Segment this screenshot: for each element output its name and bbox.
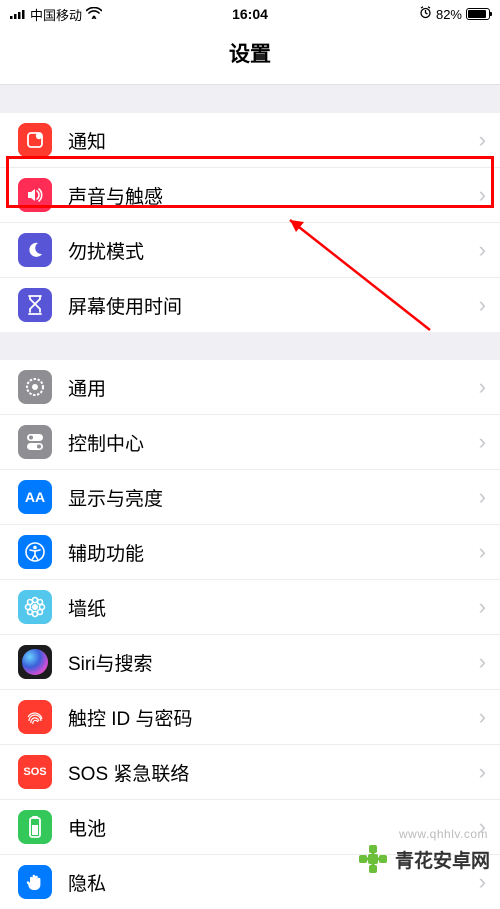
- battery-pct: 82%: [436, 7, 462, 22]
- row-label: 墙纸: [68, 594, 473, 621]
- moon-icon: [18, 233, 52, 267]
- battery-status-icon: [466, 8, 490, 20]
- row-controlcenter[interactable]: 控制中心 ›: [0, 415, 500, 470]
- row-label: 辅助功能: [68, 539, 473, 566]
- row-label: 显示与亮度: [68, 484, 473, 511]
- watermark-url: www.qhhlv.com: [399, 827, 488, 841]
- row-notifications[interactable]: 通知 ›: [0, 113, 500, 168]
- settings-group-1: 通知 › 声音与触感 › 勿扰模式 › 屏幕使用时间 ›: [0, 113, 500, 332]
- status-bar: 中国移动 16:04 82%: [0, 0, 500, 28]
- chevron-right-icon: ›: [479, 539, 486, 565]
- row-dnd[interactable]: 勿扰模式 ›: [0, 223, 500, 278]
- fingerprint-icon: [18, 700, 52, 734]
- gear-icon: [18, 370, 52, 404]
- chevron-right-icon: ›: [479, 759, 486, 785]
- row-touchid[interactable]: 触控 ID 与密码 ›: [0, 690, 500, 745]
- page-title: 设置: [0, 28, 500, 85]
- siri-icon: [18, 645, 52, 679]
- hourglass-icon: [18, 288, 52, 322]
- row-siri[interactable]: Siri与搜索 ›: [0, 635, 500, 690]
- chevron-right-icon: ›: [479, 649, 486, 675]
- row-wallpaper[interactable]: 墙纸 ›: [0, 580, 500, 635]
- row-label: 触控 ID 与密码: [68, 704, 473, 731]
- carrier-label: 中国移动: [30, 5, 82, 24]
- chevron-right-icon: ›: [479, 292, 486, 318]
- row-label: 勿扰模式: [68, 237, 473, 264]
- row-label: 控制中心: [68, 429, 473, 456]
- row-screentime[interactable]: 屏幕使用时间 ›: [0, 278, 500, 332]
- status-left: 中国移动: [10, 5, 102, 24]
- hand-icon: [18, 865, 52, 899]
- alarm-icon: [419, 6, 432, 22]
- row-label: 声音与触感: [68, 182, 473, 209]
- toggles-icon: [18, 425, 52, 459]
- row-display[interactable]: AA 显示与亮度 ›: [0, 470, 500, 525]
- row-label: 通知: [68, 127, 473, 154]
- row-label: Siri与搜索: [68, 649, 473, 676]
- chevron-right-icon: ›: [479, 484, 486, 510]
- aa-icon: AA: [18, 480, 52, 514]
- sos-icon: SOS: [18, 755, 52, 789]
- signal-icon: [10, 7, 26, 22]
- person-icon: [18, 535, 52, 569]
- status-time: 16:04: [232, 6, 268, 22]
- chevron-right-icon: ›: [479, 182, 486, 208]
- watermark-brand: 青花安卓网: [355, 841, 490, 877]
- watermark-flower-icon: [355, 841, 391, 877]
- chevron-right-icon: ›: [479, 127, 486, 153]
- row-accessibility[interactable]: 辅助功能 ›: [0, 525, 500, 580]
- chevron-right-icon: ›: [479, 594, 486, 620]
- row-general[interactable]: 通用 ›: [0, 360, 500, 415]
- battery-icon: [18, 810, 52, 844]
- wifi-icon: [86, 7, 102, 22]
- status-right: 82%: [419, 6, 490, 22]
- row-sos[interactable]: SOS SOS 紧急联络 ›: [0, 745, 500, 800]
- row-sounds[interactable]: 声音与触感 ›: [0, 168, 500, 223]
- notification-icon: [18, 123, 52, 157]
- chevron-right-icon: ›: [479, 374, 486, 400]
- flower-icon: [18, 590, 52, 624]
- row-label: SOS 紧急联络: [68, 759, 473, 786]
- row-label: 屏幕使用时间: [68, 292, 473, 319]
- chevron-right-icon: ›: [479, 704, 486, 730]
- speaker-icon: [18, 178, 52, 212]
- chevron-right-icon: ›: [479, 237, 486, 263]
- row-label: 通用: [68, 374, 473, 401]
- chevron-right-icon: ›: [479, 429, 486, 455]
